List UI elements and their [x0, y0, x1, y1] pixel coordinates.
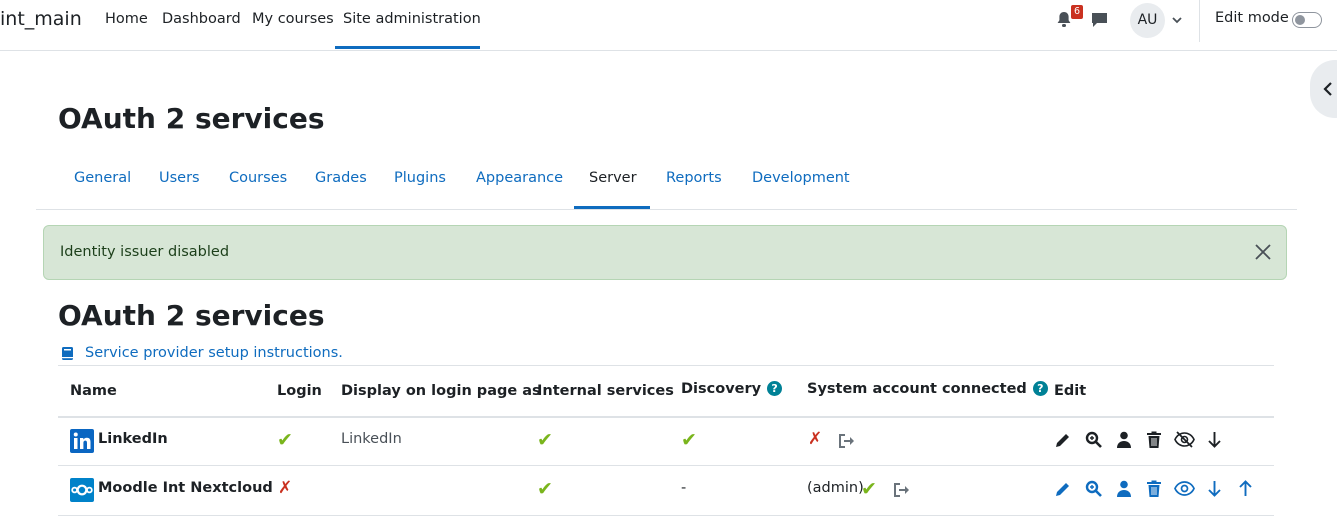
chat-icon: [1092, 13, 1107, 27]
internal-services-enabled-icon: ✔: [537, 429, 553, 451]
tab-grades[interactable]: Grades: [315, 170, 367, 186]
display-on-login-value: LinkedIn: [341, 431, 402, 447]
setup-instructions-text: Service provider setup instructions.: [85, 345, 343, 361]
admin-tabs: General Users Courses Grades Plugins App…: [36, 150, 1297, 210]
navbar-divider: [1199, 0, 1200, 42]
search-icon[interactable]: [1085, 431, 1102, 448]
page-title: OAuth 2 services: [58, 102, 325, 135]
service-name: LinkedIn: [98, 431, 168, 447]
messages-button[interactable]: [1091, 12, 1108, 32]
arrow-up-icon[interactable]: [1239, 480, 1252, 497]
internal-services-enabled-icon: ✔: [537, 478, 553, 500]
alert-message: Identity issuer disabled: [60, 244, 230, 260]
arrow-down-icon[interactable]: [1208, 431, 1221, 448]
nav-dashboard[interactable]: Dashboard: [162, 11, 241, 27]
header-login: Login: [277, 383, 322, 399]
book-icon: [62, 347, 73, 360]
tab-plugins[interactable]: Plugins: [394, 170, 446, 186]
table-row: Moodle Int Nextcloud ✗ ✔ - (admin) ✔: [58, 466, 1274, 516]
login-disabled-icon: ✗: [278, 478, 293, 498]
nav-active-indicator: [335, 46, 480, 49]
header-name: Name: [70, 383, 117, 399]
section-title: OAuth 2 services: [58, 299, 325, 332]
nav-site-administration[interactable]: Site administration: [343, 11, 481, 27]
delete-icon[interactable]: [1146, 431, 1162, 448]
edit-mode-toggle[interactable]: [1292, 12, 1322, 28]
header-system-account-label: System account connected: [807, 381, 1027, 397]
help-icon[interactable]: ?: [1032, 381, 1048, 396]
user-avatar[interactable]: AU: [1130, 3, 1165, 38]
edit-icon[interactable]: [1054, 481, 1071, 498]
success-alert: Identity issuer disabled: [43, 225, 1287, 280]
toggle-knob: [1295, 15, 1305, 25]
discovery-enabled-icon: ✔: [681, 429, 697, 451]
tab-courses[interactable]: Courses: [229, 170, 287, 186]
table-header: Name Login Display on login page as Inte…: [58, 365, 1274, 418]
active-tab-indicator: [574, 206, 650, 209]
nav-home[interactable]: Home: [105, 11, 148, 27]
chevron-down-icon[interactable]: [1172, 16, 1182, 24]
tab-development[interactable]: Development: [752, 170, 850, 186]
nav-my-courses[interactable]: My courses: [252, 11, 334, 27]
chevron-left-icon: [1323, 82, 1332, 96]
search-icon[interactable]: [1085, 480, 1102, 497]
tab-reports[interactable]: Reports: [666, 170, 722, 186]
edit-mode-label: Edit mode: [1215, 10, 1289, 26]
table-row: LinkedIn ✔ LinkedIn ✔ ✔ ✗: [58, 416, 1274, 466]
header-edit: Edit: [1054, 383, 1087, 399]
site-brand[interactable]: int_main: [0, 8, 82, 30]
notifications-button[interactable]: [1056, 11, 1072, 32]
close-icon[interactable]: [1254, 243, 1272, 261]
arrow-down-icon[interactable]: [1208, 480, 1221, 497]
header-discovery: Discovery?: [681, 381, 783, 397]
login-enabled-icon: ✔: [277, 429, 293, 451]
tab-appearance[interactable]: Appearance: [476, 170, 563, 186]
tab-users[interactable]: Users: [159, 170, 200, 186]
user-icon[interactable]: [1116, 431, 1132, 448]
tab-general[interactable]: General: [74, 170, 131, 186]
notification-count-badge: 6: [1071, 5, 1083, 19]
linkedin-logo: [70, 429, 94, 453]
delete-icon[interactable]: [1146, 480, 1162, 497]
hide-icon[interactable]: [1174, 431, 1195, 448]
sign-in-icon[interactable]: [893, 482, 910, 498]
header-discovery-label: Discovery: [681, 381, 762, 397]
user-icon[interactable]: [1116, 480, 1132, 497]
discovery-value: -: [681, 480, 687, 496]
tab-server[interactable]: Server: [589, 170, 637, 186]
not-connected-icon: ✗: [808, 429, 823, 449]
edit-icon[interactable]: [1054, 432, 1071, 449]
system-account-name: (admin): [807, 480, 864, 496]
connected-icon: ✔: [861, 478, 877, 500]
header-system-account: System account connected?: [807, 381, 1048, 397]
nextcloud-logo: [70, 478, 94, 502]
show-icon[interactable]: [1174, 480, 1195, 497]
service-name: Moodle Int Nextcloud: [98, 480, 273, 496]
header-display-on-login: Display on login page as: [341, 383, 541, 399]
sign-in-icon[interactable]: [838, 433, 855, 449]
top-navbar: int_main Home Dashboard My courses Site …: [0, 0, 1337, 51]
help-icon[interactable]: ?: [767, 381, 783, 396]
header-internal-services: Internal services: [537, 383, 674, 399]
bell-icon: [1057, 12, 1071, 27]
open-drawer-button[interactable]: [1310, 60, 1337, 118]
